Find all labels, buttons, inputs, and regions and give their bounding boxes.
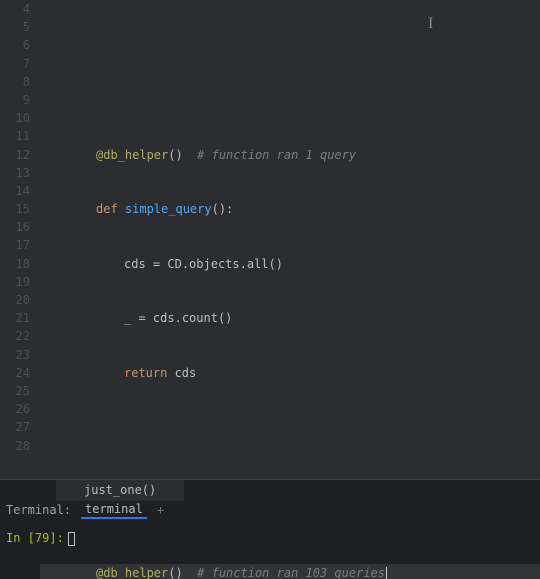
line-number: 22 [0, 327, 30, 345]
line-number: 10 [0, 109, 30, 127]
line-number: 13 [0, 164, 30, 182]
line-number: 15 [0, 200, 30, 218]
line-number: 21 [0, 309, 30, 327]
line-number: 4 [0, 0, 30, 18]
line-number: 24 [0, 364, 30, 382]
text-cursor-icon: I [428, 15, 433, 33]
line-number: 16 [0, 218, 30, 236]
code-line [40, 437, 540, 455]
line-number: 28 [0, 437, 30, 455]
line-number: 9 [0, 91, 30, 109]
line-number: 6 [0, 36, 30, 54]
code-area[interactable]: I @db_helper() # function ran 1 query de… [40, 0, 540, 479]
code-line: cds = CD.objects.all() [40, 255, 540, 273]
line-number-gutter: 4567891011121314151617181920212223242526… [0, 0, 40, 479]
line-number: 23 [0, 346, 30, 364]
editor-caret [386, 567, 387, 579]
line-number: 26 [0, 400, 30, 418]
code-line [40, 491, 540, 509]
code-line [40, 73, 540, 91]
line-number: 17 [0, 236, 30, 254]
line-number: 18 [0, 255, 30, 273]
line-number: 25 [0, 382, 30, 400]
line-number: 27 [0, 418, 30, 436]
line-number: 19 [0, 273, 30, 291]
line-number: 12 [0, 146, 30, 164]
line-number: 8 [0, 73, 30, 91]
code-line-active: @db_helper() # function ran 103 queries [40, 564, 540, 579]
line-number: 20 [0, 291, 30, 309]
line-number: 7 [0, 55, 30, 73]
line-number: 14 [0, 182, 30, 200]
code-line: def simple_query(): [40, 200, 540, 218]
line-number: 11 [0, 127, 30, 145]
code-line: @db_helper() # function ran 1 query [40, 146, 540, 164]
code-editor[interactable]: 4567891011121314151617181920212223242526… [0, 0, 540, 479]
code-line: return cds [40, 364, 540, 382]
code-line: _ = cds.count() [40, 309, 540, 327]
line-number: 5 [0, 18, 30, 36]
